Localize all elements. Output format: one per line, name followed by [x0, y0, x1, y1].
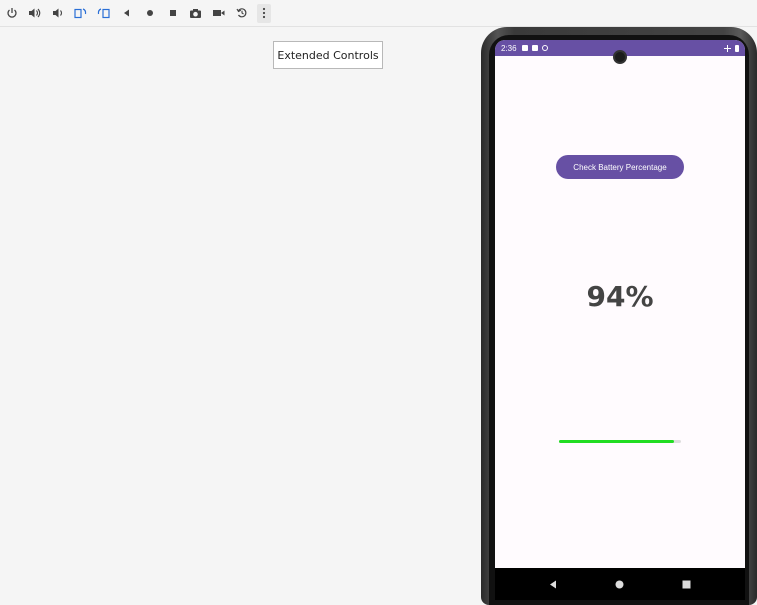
status-right — [724, 44, 739, 52]
navigation-bar — [495, 568, 745, 600]
home-icon[interactable] — [612, 576, 628, 592]
status-time: 2:36 — [501, 43, 517, 53]
battery-icon — [735, 44, 739, 52]
check-battery-button[interactable]: Check Battery Percentage — [556, 155, 684, 179]
battery-percentage-text: 94% — [586, 280, 654, 313]
sim-icon — [531, 45, 538, 51]
emulator-toolbar — [0, 0, 757, 27]
screenrecord-icon[interactable] — [209, 4, 228, 23]
volume-down-icon[interactable] — [48, 4, 67, 23]
battery-progress-fill — [559, 440, 674, 443]
more-icon[interactable] — [257, 3, 271, 23]
power-icon[interactable] — [2, 4, 21, 23]
back-icon[interactable] — [117, 4, 136, 23]
back-icon[interactable] — [545, 576, 561, 592]
settings-icon — [521, 45, 528, 51]
battery-progress-bar — [559, 440, 681, 443]
extended-controls-tooltip: Extended Controls — [273, 41, 383, 69]
home-icon[interactable] — [140, 4, 159, 23]
overview-icon[interactable] — [163, 4, 182, 23]
rotate-left-icon[interactable] — [71, 4, 90, 23]
signal-icon — [724, 44, 731, 52]
notification-icon — [541, 45, 548, 51]
front-camera — [613, 50, 627, 64]
phone-screen: 2:36 Check Battery Percentage 94% — [495, 40, 745, 600]
volume-up-icon[interactable] — [25, 4, 44, 23]
camera-icon[interactable] — [186, 4, 205, 23]
recents-icon[interactable] — [679, 576, 695, 592]
snapshot-icon[interactable] — [232, 4, 251, 23]
rotate-right-icon[interactable] — [94, 4, 113, 23]
